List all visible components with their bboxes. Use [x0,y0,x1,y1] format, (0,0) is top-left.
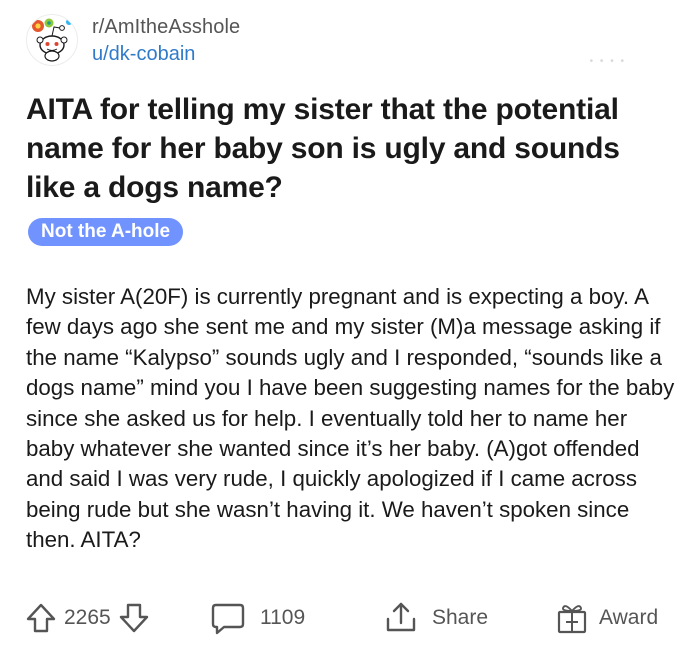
reddit-post: r/AmItheAsshole u/dk-cobain • • • • AITA… [0,0,700,649]
vote-group: 2265 [24,596,151,640]
post-header: r/AmItheAsshole u/dk-cobain • • • • [26,12,680,72]
post-body: My sister A(20F) is currently pregnant a… [26,284,675,553]
comment-count: 1109 [260,606,306,629]
post-meta: r/AmItheAsshole u/dk-cobain [92,15,240,66]
vote-count: 2265 [64,606,111,629]
comment-bubble-icon [210,601,246,635]
gift-icon [555,601,589,635]
snoo-avatar-icon[interactable] [26,14,78,66]
subreddit-name[interactable]: r/AmItheAsshole [92,15,240,39]
post-title: AITA for telling my sister that the pote… [26,93,620,204]
share-icon [384,601,418,635]
share-button[interactable]: Share [384,596,488,640]
award-button[interactable]: Award [555,596,658,640]
more-options-icon[interactable]: • • • • [590,56,626,67]
upvote-arrow-icon[interactable] [24,601,58,635]
award-label: Award [599,606,659,629]
downvote-arrow-icon[interactable] [117,601,151,635]
share-label: Share [432,606,489,629]
author-username[interactable]: u/dk-cobain [92,42,240,66]
action-bar: 2265 1109 Share Award [24,596,684,640]
post-flair[interactable]: Not the A-hole [28,218,184,246]
comments-button[interactable]: 1109 [210,596,305,640]
